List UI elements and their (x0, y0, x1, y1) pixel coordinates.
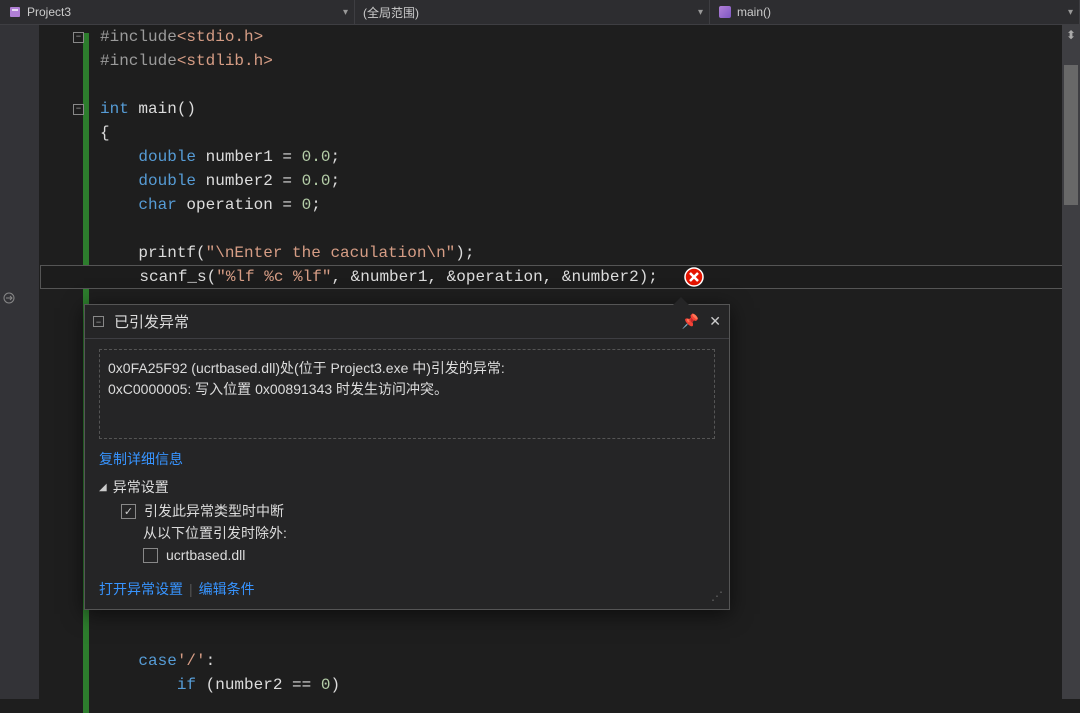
except-from-label: 从以下位置引发时除外: (143, 523, 715, 543)
error-icon (684, 267, 704, 287)
scroll-thumb[interactable] (1064, 65, 1078, 205)
fold-toggle[interactable]: − (73, 32, 84, 43)
dll-exclude-checkbox[interactable] (143, 548, 158, 563)
exception-line-2: 0xC0000005: 写入位置 0x00891343 时发生访问冲突。 (108, 379, 706, 400)
function-name: main() (737, 5, 771, 19)
fold-toggle[interactable]: − (73, 104, 84, 115)
dll-name-label: ucrtbased.dll (166, 547, 245, 563)
popup-collapse-toggle[interactable]: − (93, 316, 104, 327)
exception-settings-expander[interactable]: ◢ 异常设置 (99, 477, 715, 497)
project-icon (8, 5, 22, 19)
break-on-exception-checkbox[interactable]: ✓ (121, 504, 136, 519)
divider: | (189, 581, 193, 597)
copy-details-link[interactable]: 复制详细信息 (99, 449, 715, 469)
scope-dropdown[interactable]: (全局范围) ▾ (355, 0, 710, 24)
popup-pointer (673, 297, 689, 305)
break-checkbox-label: 引发此异常类型时中断 (144, 501, 284, 521)
vertical-scrollbar[interactable] (1062, 25, 1080, 699)
edit-conditions-link[interactable]: 编辑条件 (199, 579, 255, 599)
exception-popup: − 已引发异常 📌 ✕ 0x0FA25F92 (ucrtbased.dll)处(… (84, 304, 730, 610)
close-icon[interactable]: ✕ (709, 313, 721, 330)
exception-line-1: 0x0FA25F92 (ucrtbased.dll)处(位于 Project3.… (108, 358, 706, 379)
current-line-arrow-icon (2, 291, 16, 310)
pin-icon[interactable]: 📌 (682, 313, 699, 330)
expander-arrow-icon: ◢ (99, 482, 107, 493)
chevron-down-icon: ▾ (343, 7, 348, 18)
chevron-down-icon: ▾ (698, 7, 703, 18)
popup-title: 已引发异常 (114, 311, 682, 332)
current-execution-line: scanf_s("%lf %c %lf", &number1, &operati… (40, 265, 1080, 289)
open-exception-settings-link[interactable]: 打开异常设置 (99, 579, 183, 599)
settings-label: 异常设置 (113, 477, 169, 497)
project-dropdown[interactable]: Project3 ▾ (0, 0, 355, 24)
function-dropdown[interactable]: main() ▾ (710, 0, 1080, 24)
scope-label: (全局范围) (363, 4, 419, 21)
exception-message-box[interactable]: 0x0FA25F92 (ucrtbased.dll)处(位于 Project3.… (99, 349, 715, 439)
chevron-down-icon: ▾ (1068, 7, 1073, 18)
resize-grip-icon[interactable]: ⋰ (711, 589, 723, 603)
method-icon (718, 5, 732, 19)
split-editor-icon[interactable]: ⬍ (1064, 28, 1078, 42)
project-name: Project3 (27, 5, 71, 19)
navigation-bar: Project3 ▾ (全局范围) ▾ main() ▾ (0, 0, 1080, 25)
popup-header: − 已引发异常 📌 ✕ (85, 305, 729, 339)
breakpoint-gutter[interactable] (0, 25, 40, 699)
